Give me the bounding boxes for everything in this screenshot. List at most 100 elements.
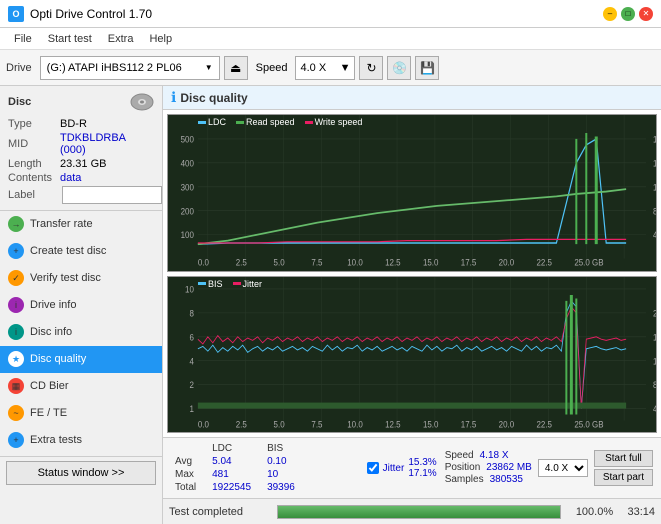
disc-label-input[interactable] xyxy=(62,186,162,204)
menu-file[interactable]: File xyxy=(6,31,40,47)
svg-text:15.0: 15.0 xyxy=(423,419,439,430)
svg-text:17.5: 17.5 xyxy=(461,419,477,430)
sidebar-item-disc-info[interactable]: i Disc info xyxy=(0,319,162,346)
transfer-rate-icon: → xyxy=(8,216,24,232)
svg-text:16X: 16X xyxy=(653,158,656,169)
speed-current-value: 4.18 X xyxy=(480,450,509,461)
speed-label: Speed xyxy=(256,62,288,74)
jitter-legend-label: Jitter xyxy=(243,279,263,289)
svg-text:22.5: 22.5 xyxy=(536,257,552,268)
disc-mid-value: TDKBLDRBA (000) xyxy=(60,132,154,156)
svg-text:20.0: 20.0 xyxy=(499,419,515,430)
start-full-button[interactable]: Start full xyxy=(594,450,653,467)
write-speed-legend-dot xyxy=(305,121,313,124)
refresh-button[interactable]: ↻ xyxy=(359,56,383,80)
svg-text:100: 100 xyxy=(181,230,194,241)
speed-dropdown-arrow: ▼ xyxy=(340,62,351,74)
speed-select-area: 4.0 X xyxy=(538,459,588,477)
svg-text:12.5: 12.5 xyxy=(385,257,401,268)
bottom-time: 33:14 xyxy=(627,506,655,518)
stats-area: LDC BIS Avg 5.04 0.10 Max xyxy=(163,437,661,498)
stats-table: LDC BIS Avg 5.04 0.10 Max xyxy=(171,442,367,494)
stats-total-bis: 39396 xyxy=(263,481,307,494)
svg-text:8X: 8X xyxy=(653,206,656,217)
disc-info-icon: i xyxy=(8,324,24,340)
jitter-avg-row: 15.3% xyxy=(408,457,436,468)
disc-length-label: Length xyxy=(8,158,60,170)
disc-length-row: Length 23.31 GB xyxy=(8,158,154,170)
sidebar-item-drive-info[interactable]: i Drive info xyxy=(0,292,162,319)
jitter-legend-dot xyxy=(233,282,241,285)
read-speed-legend-label: Read speed xyxy=(246,117,295,127)
sidebar-item-verify-test-disc[interactable]: ✓ Verify test disc xyxy=(0,265,162,292)
legend-write-speed: Write speed xyxy=(305,117,363,127)
start-part-button[interactable]: Start part xyxy=(594,469,653,486)
stats-header-blank xyxy=(171,442,208,455)
stats-row-avg: Avg 5.04 0.10 xyxy=(171,455,307,468)
extra-tests-icon: + xyxy=(8,432,24,448)
disc-type-label: Type xyxy=(8,118,60,130)
disc-quality-icon: ★ xyxy=(8,351,24,367)
speed-select[interactable]: 4.0 X xyxy=(538,459,588,477)
minimize-button[interactable]: – xyxy=(603,7,617,21)
disc-quality-header-icon: ℹ xyxy=(171,89,176,106)
menu-help[interactable]: Help xyxy=(141,31,180,47)
svg-text:12%: 12% xyxy=(653,355,656,366)
upper-chart-svg: 100 200 300 400 500 4X 8X 12X 16X 18X 0.… xyxy=(168,115,656,271)
svg-text:12.5: 12.5 xyxy=(385,419,401,430)
eject-button[interactable]: ⏏ xyxy=(224,56,248,80)
stats-total-ldc: 1922545 xyxy=(208,481,263,494)
stats-header-bis: BIS xyxy=(263,442,307,455)
sidebar-item-fe-te[interactable]: ~ FE / TE xyxy=(0,400,162,427)
svg-text:400: 400 xyxy=(181,158,194,169)
svg-text:4%: 4% xyxy=(653,403,656,414)
sidebar-item-verify-test-disc-label: Verify test disc xyxy=(30,272,101,284)
toolbar: Drive (G:) ATAPI iHBS112 2 PL06 ▼ ⏏ Spee… xyxy=(0,50,661,86)
svg-text:12X: 12X xyxy=(653,182,656,193)
speed-position-row: Position 23862 MB xyxy=(445,462,532,473)
save-button[interactable]: 💾 xyxy=(415,56,439,80)
sidebar-item-disc-quality[interactable]: ★ Disc quality xyxy=(0,346,162,373)
ldc-legend-dot xyxy=(198,121,206,124)
disc-icon xyxy=(130,92,154,112)
sidebar-item-extra-tests[interactable]: + Extra tests xyxy=(0,427,162,454)
svg-text:10.0: 10.0 xyxy=(347,257,363,268)
close-button[interactable]: ✕ xyxy=(639,7,653,21)
disc-type-row: Type BD-R xyxy=(8,118,154,130)
position-value: 23862 MB xyxy=(486,462,532,473)
stats-row-total: Total 1922545 39396 xyxy=(171,481,307,494)
start-buttons: Start full Start part xyxy=(594,450,653,486)
legend-jitter: Jitter xyxy=(233,279,263,289)
stats-max-ldc: 481 xyxy=(208,468,263,481)
jitter-checkbox[interactable] xyxy=(367,462,379,474)
legend-read-speed: Read speed xyxy=(236,117,295,127)
verify-test-disc-icon: ✓ xyxy=(8,270,24,286)
menu-start-test[interactable]: Start test xyxy=(40,31,100,47)
menubar: File Start test Extra Help xyxy=(0,28,661,50)
lower-chart-legend: BIS Jitter xyxy=(198,279,262,289)
svg-text:4X: 4X xyxy=(653,230,656,241)
titlebar: O Opti Drive Control 1.70 – □ ✕ xyxy=(0,0,661,28)
disc-quality-header: ℹ Disc quality xyxy=(163,86,661,110)
drive-label: Drive xyxy=(6,62,32,74)
drive-dropdown[interactable]: (G:) ATAPI iHBS112 2 PL06 ▼ xyxy=(40,56,220,80)
speed-dropdown[interactable]: 4.0 X ▼ xyxy=(295,56,355,80)
sidebar-item-create-test-disc-label: Create test disc xyxy=(30,245,106,257)
bottom-percent: 100.0% xyxy=(569,506,619,518)
sidebar-item-create-test-disc[interactable]: + Create test disc xyxy=(0,238,162,265)
stats-row: LDC BIS Avg 5.04 0.10 Max xyxy=(171,442,653,494)
sidebar-item-transfer-rate[interactable]: → Transfer rate xyxy=(0,211,162,238)
titlebar-controls: – □ ✕ xyxy=(603,7,653,21)
jitter-section: Jitter 15.3% 17.1% xyxy=(367,457,437,479)
disc-quality-title: Disc quality xyxy=(180,91,247,105)
svg-text:20%: 20% xyxy=(653,307,656,318)
titlebar-left: O Opti Drive Control 1.70 xyxy=(8,6,152,22)
disc-button[interactable]: 💿 xyxy=(387,56,411,80)
svg-text:25.0 GB: 25.0 GB xyxy=(574,419,603,430)
sidebar-item-transfer-rate-label: Transfer rate xyxy=(30,218,93,230)
sidebar-item-cd-bier[interactable]: ▦ CD Bier xyxy=(0,373,162,400)
status-window-button[interactable]: Status window >> xyxy=(6,461,156,485)
svg-text:20.0: 20.0 xyxy=(499,257,515,268)
maximize-button[interactable]: □ xyxy=(621,7,635,21)
menu-extra[interactable]: Extra xyxy=(100,31,142,47)
